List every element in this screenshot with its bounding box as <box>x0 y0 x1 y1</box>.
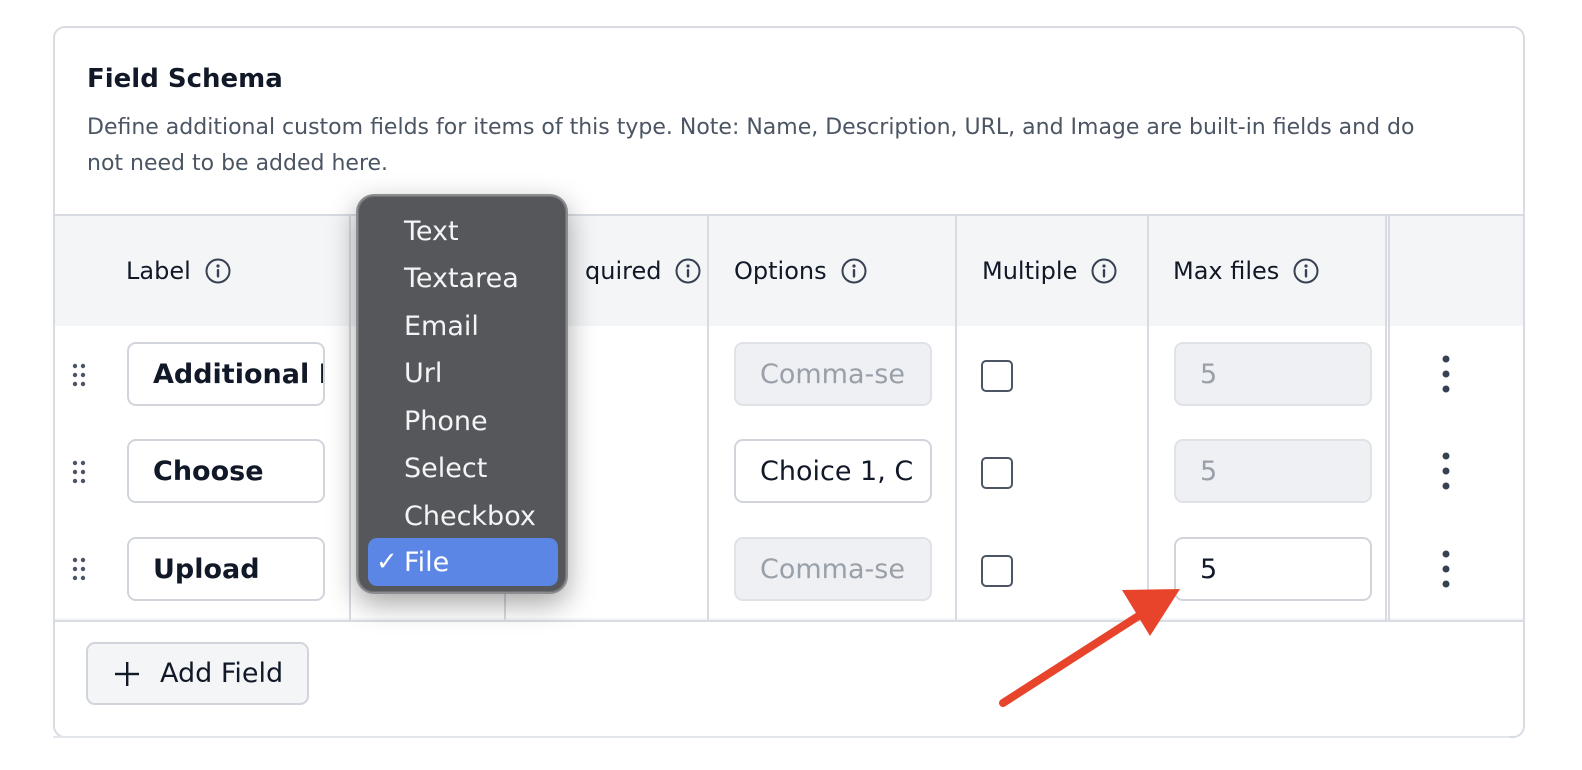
table-row: Additional I Comma-se 5 <box>55 326 1523 425</box>
dropdown-option-select[interactable]: Select <box>368 445 558 492</box>
max-files-input: 5 <box>1174 439 1372 503</box>
checkmark-icon: ✓ <box>376 547 398 577</box>
column-divider <box>707 216 709 620</box>
options-input: Comma-se <box>734 342 932 406</box>
info-icon[interactable] <box>1293 258 1319 284</box>
field-table: Label quired Options Multiple Max files … <box>55 214 1523 622</box>
column-header-max-files: Max files <box>1173 216 1319 326</box>
table-row: Upload Comma-se 5 <box>55 520 1523 618</box>
dropdown-option-label: File <box>404 546 450 578</box>
dropdown-option-checkbox[interactable]: Checkbox <box>368 493 558 540</box>
dropdown-option-file[interactable]: ✓ File <box>368 538 558 586</box>
more-options-icon[interactable] <box>1441 549 1451 589</box>
more-options-icon[interactable] <box>1441 354 1451 394</box>
field-schema-card: Field Schema Define additional custom fi… <box>53 26 1525 738</box>
more-options-icon[interactable] <box>1441 451 1451 491</box>
column-header-options: Options <box>734 216 867 326</box>
section-description: Define additional custom fields for item… <box>87 115 1415 176</box>
add-field-label: Add Field <box>160 658 284 689</box>
dropdown-option-label: Url <box>404 358 443 389</box>
info-icon[interactable] <box>675 258 701 284</box>
column-header-multiple: Multiple <box>982 216 1117 326</box>
section-title: Field Schema <box>87 64 283 94</box>
dropdown-option-phone[interactable]: Phone <box>368 398 558 445</box>
drag-handle-icon[interactable] <box>71 362 87 388</box>
drag-handle-icon[interactable] <box>71 459 87 485</box>
column-header-multiple-text: Multiple <box>982 257 1078 285</box>
column-divider <box>955 216 957 620</box>
plus-icon <box>115 661 139 686</box>
column-header-max-files-text: Max files <box>1173 257 1280 285</box>
options-input[interactable]: Choice 1, C <box>734 439 932 503</box>
column-header-required: quired <box>585 216 701 326</box>
column-divider <box>1147 216 1149 620</box>
dropdown-option-text[interactable]: Text <box>368 208 558 255</box>
info-icon[interactable] <box>205 258 231 284</box>
label-input[interactable]: Choose <box>127 439 325 503</box>
column-header-required-text: quired <box>585 257 662 285</box>
dropdown-option-url[interactable]: Url <box>368 350 558 397</box>
column-divider <box>1388 216 1390 620</box>
dropdown-option-label: Select <box>404 453 488 484</box>
dropdown-option-email[interactable]: Email <box>368 303 558 350</box>
multiple-checkbox[interactable] <box>981 555 1013 587</box>
label-input[interactable]: Upload <box>127 537 325 601</box>
dropdown-option-label: Text <box>404 216 459 247</box>
multiple-checkbox[interactable] <box>981 360 1013 392</box>
column-divider <box>1385 216 1387 620</box>
section-divider <box>53 736 1509 738</box>
column-header-label-text: Label <box>126 257 191 285</box>
max-files-input: 5 <box>1174 342 1372 406</box>
add-field-button[interactable]: Add Field <box>86 642 309 705</box>
drag-handle-icon[interactable] <box>71 556 87 582</box>
info-icon[interactable] <box>1091 258 1117 284</box>
column-divider <box>349 216 351 620</box>
table-row: Choose Choice 1, C 5 <box>55 423 1523 522</box>
max-files-input[interactable]: 5 <box>1174 537 1372 601</box>
table-header: Label quired Options Multiple Max files <box>55 216 1523 328</box>
dropdown-option-label: Textarea <box>404 263 519 294</box>
label-input[interactable]: Additional I <box>127 342 325 406</box>
dropdown-option-label: Email <box>404 311 479 342</box>
dropdown-option-label: Checkbox <box>404 501 536 532</box>
options-input: Comma-se <box>734 537 932 601</box>
dropdown-option-textarea[interactable]: Textarea <box>368 255 558 302</box>
multiple-checkbox[interactable] <box>981 457 1013 489</box>
column-header-label: Label <box>126 216 231 326</box>
info-icon[interactable] <box>841 258 867 284</box>
column-header-options-text: Options <box>734 257 827 285</box>
dropdown-option-label: Phone <box>404 406 488 437</box>
type-dropdown-menu[interactable]: Text Textarea Email Url Phone Select Che… <box>356 194 568 594</box>
